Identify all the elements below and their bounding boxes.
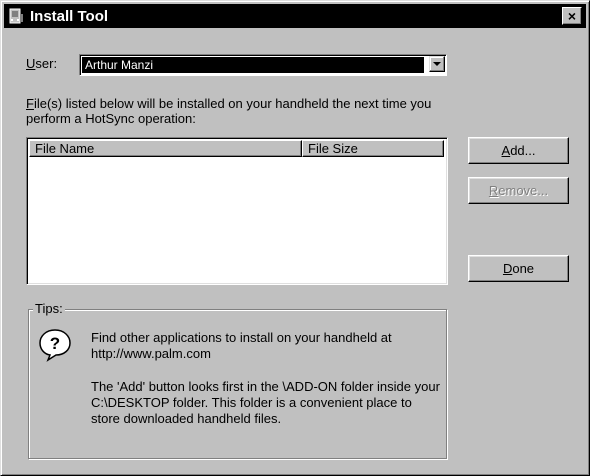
file-list-header: File Name File Size [29,140,444,157]
done-button[interactable]: Done [468,255,569,282]
question-icon: ? [38,328,72,362]
palm-install-icon [8,8,24,24]
dropdown-button[interactable] [429,56,445,72]
window-title: Install Tool [30,7,109,25]
add-button[interactable]: Add... [468,137,569,164]
tips-group-title: Tips: [33,301,65,316]
close-icon: × [567,8,577,24]
install-description: File(s) listed below will be installed o… [26,96,432,126]
column-header-file-size[interactable]: File Size [302,140,444,157]
tip-text-add-folder: The 'Add' button looks first in the \ADD… [91,379,440,426]
close-button[interactable]: × [562,7,582,25]
user-dropdown-value: Arthur Manzi [82,57,424,73]
column-header-file-name[interactable]: File Name [29,140,302,157]
install-tool-window: Install Tool × User: Arthur Manzi File(s… [0,0,590,476]
user-label: User: [26,56,58,71]
svg-text:?: ? [50,334,60,353]
remove-button[interactable]: Remove... [468,177,569,204]
file-list[interactable]: File Name File Size [26,137,448,285]
tip-text-website: Find other applications to install on yo… [91,330,392,361]
user-dropdown[interactable]: Arthur Manzi [79,54,447,76]
chevron-down-icon [433,61,441,66]
title-bar[interactable]: Install Tool × [4,4,586,28]
